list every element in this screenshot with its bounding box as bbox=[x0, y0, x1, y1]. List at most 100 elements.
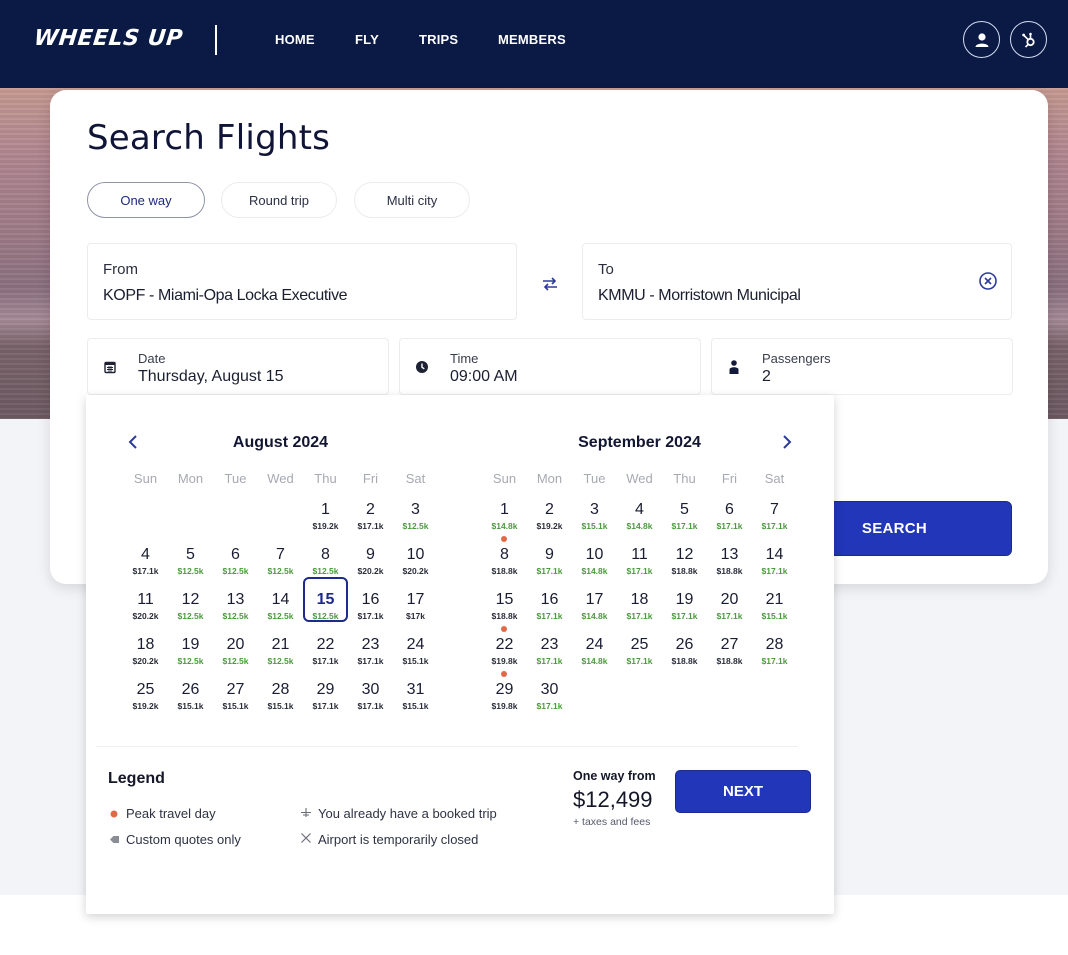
calendar-day[interactable]: 19 $12.5k bbox=[168, 622, 213, 667]
calendar-day[interactable]: 22 $17.1k bbox=[303, 622, 348, 667]
calendar-day[interactable]: 14 $12.5k bbox=[258, 577, 303, 622]
account-button[interactable] bbox=[963, 21, 1000, 58]
calendar-day[interactable]: 25 $19.2k bbox=[123, 667, 168, 712]
calendar-day[interactable]: 20 $17.1k bbox=[707, 577, 752, 622]
calendar-day[interactable]: 10 $20.2k bbox=[393, 532, 438, 577]
calendar-day[interactable]: 7 $17.1k bbox=[752, 487, 797, 532]
calendar-day[interactable]: 11 $17.1k bbox=[617, 532, 662, 577]
calendar-day[interactable]: 5 $12.5k bbox=[168, 532, 213, 577]
calendar-day[interactable]: 18 $17.1k bbox=[617, 577, 662, 622]
calendar-day[interactable]: 29 $17.1k bbox=[303, 667, 348, 712]
day-number: 15 bbox=[316, 591, 335, 608]
calendar-day[interactable]: 28 $15.1k bbox=[258, 667, 303, 712]
calendar-day[interactable]: 6 $17.1k bbox=[707, 487, 752, 532]
calendar-day[interactable]: 7 $12.5k bbox=[258, 532, 303, 577]
to-field[interactable]: To KMMU - Morristown Municipal bbox=[582, 243, 1012, 320]
calendar-day[interactable]: 13 $18.8k bbox=[707, 532, 752, 577]
calendar-day[interactable]: 21 $15.1k bbox=[752, 577, 797, 622]
legend-label: Custom quotes only bbox=[126, 832, 241, 847]
day-price: $17.1k bbox=[357, 656, 384, 666]
calendar-day[interactable]: 2 $19.2k bbox=[527, 487, 572, 532]
calendar-day[interactable]: 16 $17.1k bbox=[348, 577, 393, 622]
swap-airports-button[interactable] bbox=[540, 276, 560, 292]
calendar-day[interactable]: 31 $15.1k bbox=[393, 667, 438, 712]
calendar-day[interactable]: 10 $14.8k bbox=[572, 532, 617, 577]
trip-type-multi-city[interactable]: Multi city bbox=[354, 182, 470, 218]
day-number: 29 bbox=[495, 681, 514, 698]
calendar-day[interactable]: 15 $18.8k bbox=[482, 577, 527, 622]
to-value[interactable]: KMMU - Morristown Municipal bbox=[598, 287, 801, 305]
calendar-day[interactable]: 23 $17.1k bbox=[348, 622, 393, 667]
month-title: August 2024 bbox=[232, 434, 329, 451]
day-number: 10 bbox=[585, 546, 604, 563]
calendar-day-selected[interactable]: 15 $12.5k bbox=[303, 577, 348, 622]
calendar-day[interactable]: 4 $17.1k bbox=[123, 532, 168, 577]
nav-trips[interactable]: TRIPS bbox=[419, 32, 458, 47]
time-value[interactable]: 09:00 AM bbox=[450, 368, 518, 386]
calendar-day[interactable]: 3 $15.1k bbox=[572, 487, 617, 532]
calendar-day[interactable]: 14 $17.1k bbox=[752, 532, 797, 577]
calendar-day[interactable]: 27 $18.8k bbox=[707, 622, 752, 667]
calendar-day[interactable]: 4 $14.8k bbox=[617, 487, 662, 532]
calendar-day[interactable]: 27 $15.1k bbox=[213, 667, 258, 712]
nav-members[interactable]: MEMBERS bbox=[498, 32, 566, 47]
calendar-day[interactable]: 5 $17.1k bbox=[662, 487, 707, 532]
nav-home[interactable]: HOME bbox=[275, 32, 315, 47]
calendar-day[interactable]: 21 $12.5k bbox=[258, 622, 303, 667]
calendar-day[interactable]: 17 $17k bbox=[393, 577, 438, 622]
next-button[interactable]: NEXT bbox=[675, 770, 811, 813]
day-price: $17.1k bbox=[536, 566, 563, 576]
calendar-day[interactable]: 1 $14.8k bbox=[482, 487, 527, 532]
calendar-day[interactable]: 1 $19.2k bbox=[303, 487, 348, 532]
trip-type-round-trip[interactable]: Round trip bbox=[221, 182, 337, 218]
calendar-day[interactable]: 9 $20.2k bbox=[348, 532, 393, 577]
from-field[interactable]: From KOPF - Miami-Opa Locka Executive bbox=[87, 243, 517, 320]
passengers-value[interactable]: 2 bbox=[762, 368, 771, 386]
nav-fly[interactable]: FLY bbox=[355, 32, 379, 47]
passengers-field[interactable]: Passengers 2 bbox=[711, 338, 1013, 395]
calendar-day[interactable]: 8 $18.8k bbox=[482, 532, 527, 577]
calendar-day[interactable]: 11 $20.2k bbox=[123, 577, 168, 622]
wheels-up-logo[interactable]: WHEELS UP bbox=[33, 26, 184, 51]
calendar-day[interactable]: 22 $19.8k bbox=[482, 622, 527, 667]
day-number: 4 bbox=[141, 546, 150, 563]
calendar-day[interactable]: 8 $12.5k bbox=[303, 532, 348, 577]
calendar-day[interactable]: 2 $17.1k bbox=[348, 487, 393, 532]
clear-destination-button[interactable] bbox=[978, 271, 998, 291]
calendar-day[interactable]: 23 $17.1k bbox=[527, 622, 572, 667]
calendar-day[interactable]: 3 $12.5k bbox=[393, 487, 438, 532]
day-price: $19.8k bbox=[491, 701, 518, 711]
calendar-day[interactable]: 26 $15.1k bbox=[168, 667, 213, 712]
calendar-day[interactable]: 16 $17.1k bbox=[527, 577, 572, 622]
calendar-day[interactable]: 20 $12.5k bbox=[213, 622, 258, 667]
date-value[interactable]: Thursday, August 15 bbox=[138, 368, 284, 386]
calendar-day[interactable]: 12 $12.5k bbox=[168, 577, 213, 622]
trip-type-one-way[interactable]: One way bbox=[87, 182, 205, 218]
calendar-day[interactable]: 30 $17.1k bbox=[348, 667, 393, 712]
day-number: 21 bbox=[271, 636, 290, 653]
calendar-day[interactable]: 17 $14.8k bbox=[572, 577, 617, 622]
day-price: $17.1k bbox=[716, 521, 743, 531]
day-price: $15.1k bbox=[581, 521, 608, 531]
calendar-day[interactable]: 26 $18.8k bbox=[662, 622, 707, 667]
calendar-day[interactable]: 25 $17.1k bbox=[617, 622, 662, 667]
calendar-day[interactable]: 28 $17.1k bbox=[752, 622, 797, 667]
from-value[interactable]: KOPF - Miami-Opa Locka Executive bbox=[103, 287, 348, 305]
calendar-day[interactable]: 29 $19.8k bbox=[482, 667, 527, 712]
legend-label: You already have a booked trip bbox=[318, 806, 497, 821]
calendar-day[interactable]: 18 $20.2k bbox=[123, 622, 168, 667]
date-picker-popover: August 2024 Sun Mon Tue Wed Thu Fri Sat 1 $19.2… bbox=[86, 395, 834, 914]
calendar-day[interactable]: 30 $17.1k bbox=[527, 667, 572, 712]
calendar-day[interactable]: 6 $12.5k bbox=[213, 532, 258, 577]
calendar-day[interactable]: 19 $17.1k bbox=[662, 577, 707, 622]
day-number: 26 bbox=[181, 681, 200, 698]
date-field[interactable]: Date Thursday, August 15 bbox=[87, 338, 389, 395]
calendar-day[interactable]: 9 $17.1k bbox=[527, 532, 572, 577]
time-field[interactable]: Time 09:00 AM bbox=[399, 338, 701, 395]
calendar-day[interactable]: 24 $14.8k bbox=[572, 622, 617, 667]
calendar-day[interactable]: 12 $18.8k bbox=[662, 532, 707, 577]
calendar-day[interactable]: 24 $15.1k bbox=[393, 622, 438, 667]
day-price: $17.1k bbox=[761, 521, 788, 531]
hubspot-button[interactable] bbox=[1010, 21, 1047, 58]
calendar-day[interactable]: 13 $12.5k bbox=[213, 577, 258, 622]
